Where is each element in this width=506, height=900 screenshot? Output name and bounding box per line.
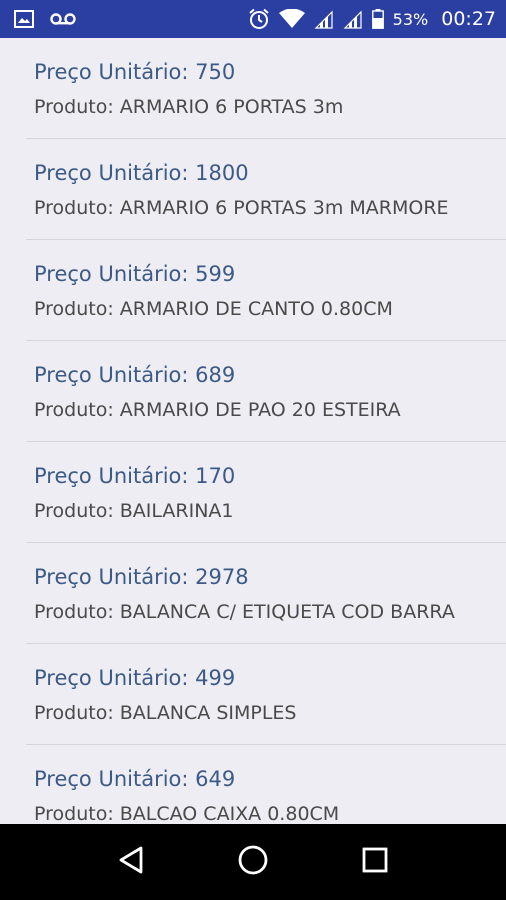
status-notifications <box>14 10 76 28</box>
product-name: Produto: ARMARIO 6 PORTAS 3m <box>34 96 344 118</box>
battery-icon <box>371 9 384 29</box>
product-name: Produto: BAILARINA1 <box>34 500 234 522</box>
home-icon <box>237 844 269 880</box>
list-item[interactable]: Preço Unitário: 170 Produto: BAILARINA1 <box>26 442 506 543</box>
product-list[interactable]: Preço Unitário: 750 Produto: ARMARIO 6 P… <box>0 38 506 824</box>
list-item[interactable]: Preço Unitário: 649 Produto: BALCAO CAIX… <box>26 745 506 824</box>
list-item[interactable]: Preço Unitário: 2978 Produto: BALANCA C/… <box>26 543 506 644</box>
voicemail-icon <box>50 12 76 26</box>
product-name: Produto: BALCAO CAIXA 0.80CM <box>34 803 340 824</box>
home-button[interactable] <box>228 837 278 887</box>
unit-price: Preço Unitário: 1800 <box>34 161 249 185</box>
unit-price: Preço Unitário: 2978 <box>34 565 249 589</box>
list-item[interactable]: Preço Unitário: 689 Produto: ARMARIO DE … <box>26 341 506 442</box>
product-name: Produto: ARMARIO 6 PORTAS 3m MARMORE <box>34 197 449 219</box>
signal-icon <box>314 9 334 29</box>
list-item[interactable]: Preço Unitário: 499 Produto: BALANCA SIM… <box>26 644 506 745</box>
status-system: 53% 00:27 <box>248 8 496 30</box>
status-bar: 53% 00:27 <box>0 0 506 38</box>
product-name: Produto: ARMARIO DE CANTO 0.80CM <box>34 298 393 320</box>
unit-price: Preço Unitário: 649 <box>34 767 236 791</box>
wifi-icon <box>278 9 305 29</box>
product-name: Produto: ARMARIO DE PAO 20 ESTEIRA <box>34 399 401 421</box>
recents-icon <box>361 846 389 878</box>
alarm-icon <box>248 8 270 30</box>
unit-price: Preço Unitário: 170 <box>34 464 236 488</box>
image-icon <box>14 10 34 28</box>
back-icon <box>117 845 145 879</box>
list-item[interactable]: Preço Unitário: 750 Produto: ARMARIO 6 P… <box>26 38 506 139</box>
unit-price: Preço Unitário: 750 <box>34 60 236 84</box>
unit-price: Preço Unitário: 689 <box>34 363 236 387</box>
back-button[interactable] <box>106 837 156 887</box>
list-item[interactable]: Preço Unitário: 599 Produto: ARMARIO DE … <box>26 240 506 341</box>
unit-price: Preço Unitário: 599 <box>34 262 236 286</box>
recents-button[interactable] <box>350 837 400 887</box>
product-name: Produto: BALANCA C/ ETIQUETA COD BARRA <box>34 601 455 623</box>
unit-price: Preço Unitário: 499 <box>34 666 236 690</box>
status-clock: 00:27 <box>441 8 496 30</box>
battery-percent: 53% <box>392 9 429 29</box>
navigation-bar <box>0 824 506 900</box>
product-name: Produto: BALANCA SIMPLES <box>34 702 297 724</box>
signal-icon <box>343 9 363 29</box>
list-item[interactable]: Preço Unitário: 1800 Produto: ARMARIO 6 … <box>26 139 506 240</box>
